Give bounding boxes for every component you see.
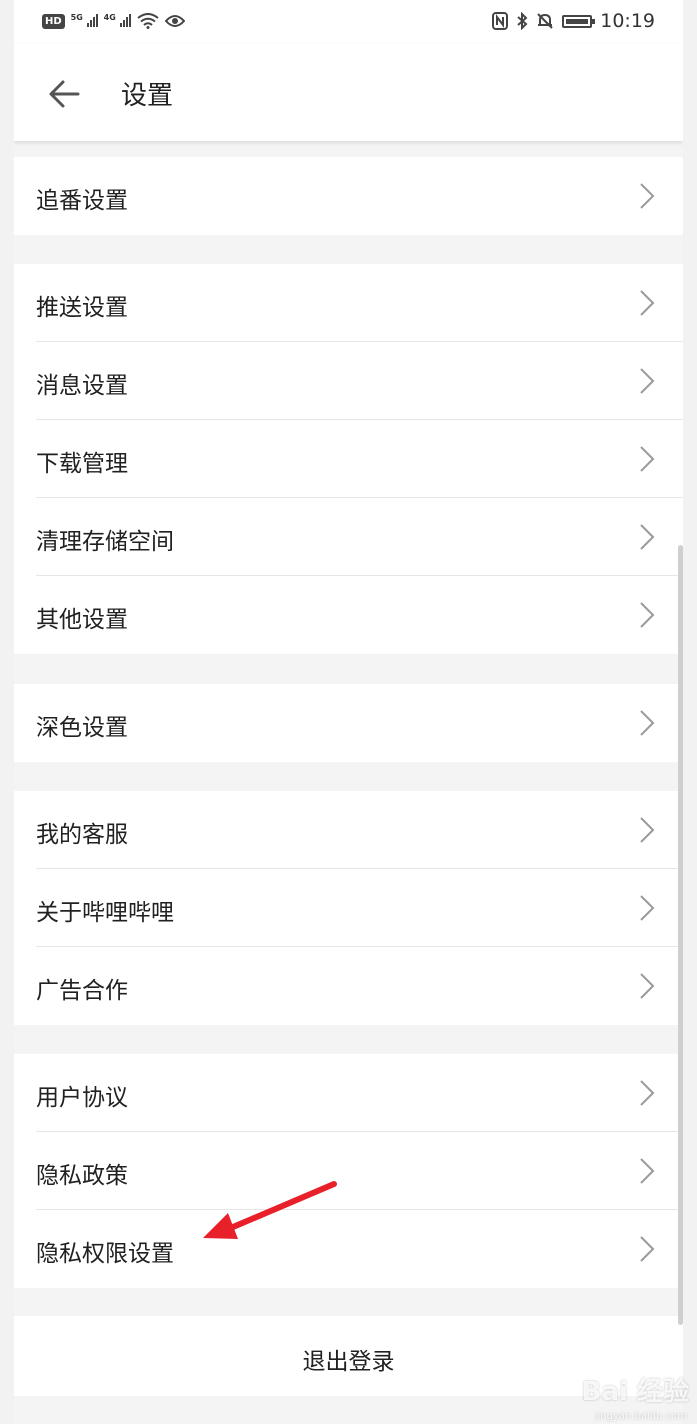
chevron-right-icon [640,290,655,316]
network-5g: 5G [71,13,98,30]
network-5g-label: 5G [70,12,83,22]
mute-bell-icon [537,13,553,29]
settings-item-label: 隐私权限设置 [36,1241,174,1267]
signal-icon [119,13,131,27]
settings-item[interactable]: 下载管理 [14,420,683,498]
settings-item[interactable]: 隐私权限设置 [14,1210,683,1288]
settings-item[interactable]: 消息设置 [14,342,683,420]
chevron-right-icon [640,446,655,472]
settings-item[interactable]: 深色设置 [14,684,683,762]
watermark-url: jingyan.baidu.com [594,1411,687,1422]
settings-item-label: 我的客服 [36,822,128,848]
settings-item[interactable]: 广告合作 [14,947,683,1025]
chevron-right-icon [640,602,655,628]
chevron-right-icon [640,1236,655,1262]
settings-item-label: 下载管理 [36,451,128,477]
page-title: 设置 [121,81,174,111]
chevron-right-icon [640,368,655,394]
network-4g-label: 4G [103,12,116,22]
settings-item-label: 其他设置 [36,607,128,633]
settings-item-label: 用户协议 [36,1085,128,1111]
wifi-icon [136,13,159,29]
settings-item-label: 广告合作 [36,978,128,1004]
chevron-right-icon [640,895,655,921]
watermark-logo: Bai 经验 [581,1377,689,1407]
chevron-right-icon [640,524,655,550]
settings-item-label: 追番设置 [36,188,128,214]
app-bar: 设置 [14,44,683,141]
bluetooth-icon [517,12,528,30]
settings-item[interactable]: 清理存储空间 [14,498,683,576]
nfc-icon [492,12,509,30]
settings-item[interactable]: 关于哔哩哔哩 [14,869,683,947]
status-bar: HD 5G 4G 10:19 [14,0,683,44]
settings-group-5: 用户协议 隐私政策 隐私权限设置 [14,1054,683,1288]
chevron-right-icon [640,1158,655,1184]
settings-item-label: 清理存储空间 [36,529,174,555]
settings-item[interactable]: 推送设置 [14,264,683,342]
settings-group-1: 追番设置 [14,157,683,235]
settings-group-4: 我的客服 关于哔哩哔哩 广告合作 [14,791,683,1025]
chevron-right-icon [640,183,655,209]
hd-badge: HD [42,13,65,29]
battery-icon [562,14,596,28]
settings-item[interactable]: 其他设置 [14,576,683,654]
settings-item-label: 消息设置 [36,373,128,399]
settings-item[interactable]: 我的客服 [14,791,683,869]
chevron-right-icon [640,973,655,999]
settings-item-label: 深色设置 [36,715,128,741]
settings-group-2: 推送设置 消息设置 下载管理 清理存储空间 其他设置 [14,264,683,654]
phone-screen: HD 5G 4G 10:19 设置 追番设置 推送设置 消息设置 下载管理 清理… [14,0,683,1424]
chevron-right-icon [640,710,655,736]
chevron-right-icon [640,817,655,843]
status-right: 10:19 [492,8,655,34]
eye-icon [164,15,185,27]
settings-item[interactable]: 追番设置 [14,157,683,235]
status-left: HD 5G 4G [42,10,185,32]
signal-icon [86,13,98,27]
back-arrow-icon[interactable] [44,74,84,114]
settings-group-3: 深色设置 [14,684,683,762]
network-4g: 4G [104,13,131,30]
scrollbar[interactable] [678,545,683,1325]
clock: 10:19 [600,10,655,32]
chevron-right-icon [640,1080,655,1106]
settings-item-label: 隐私政策 [36,1163,128,1189]
settings-item[interactable]: 用户协议 [14,1054,683,1132]
settings-item-label: 推送设置 [36,295,128,321]
settings-item[interactable]: 隐私政策 [14,1132,683,1210]
settings-item-label: 关于哔哩哔哩 [36,900,174,926]
